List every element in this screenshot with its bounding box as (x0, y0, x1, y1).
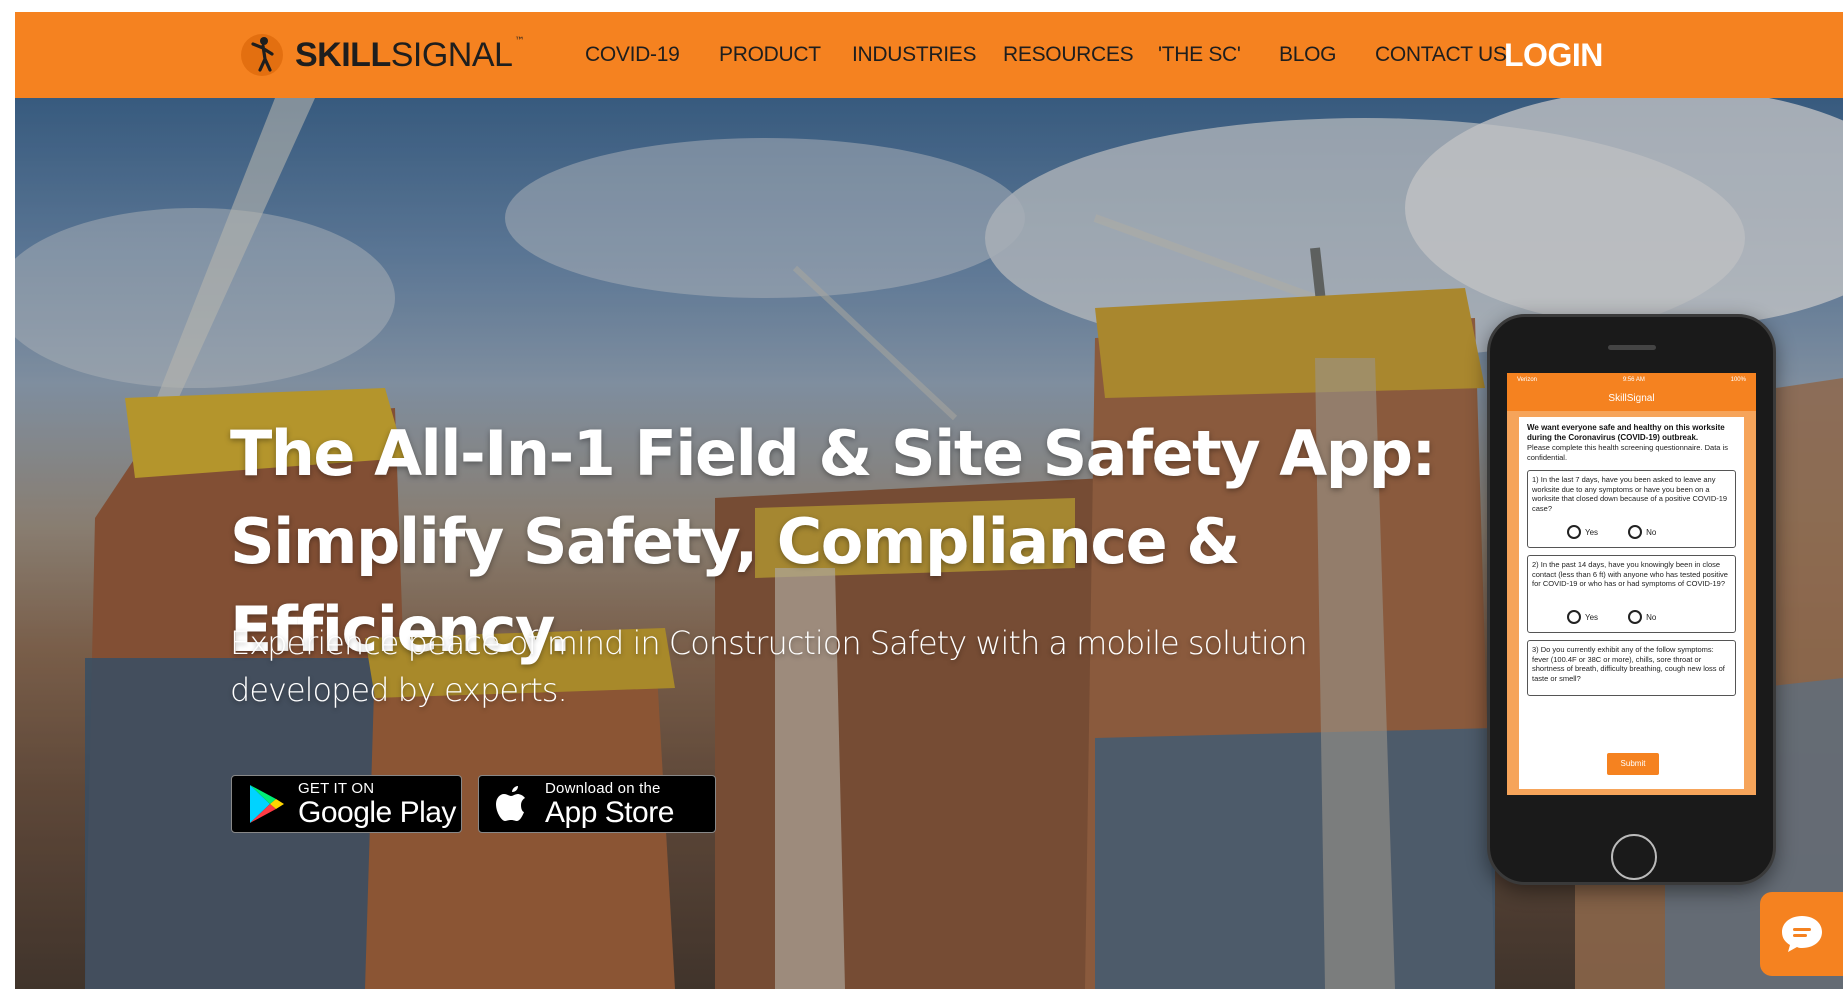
yes-label: Yes (1585, 527, 1599, 537)
nav-item-blog[interactable]: BLOG (1279, 43, 1336, 67)
apple-icon (496, 786, 525, 821)
phone-app-title: SkillSignal (1507, 387, 1756, 411)
questionnaire-submit-button[interactable]: Submit (1607, 753, 1659, 775)
phone-status-battery: 100% (1730, 377, 1746, 383)
nav-item-contact-us[interactable]: CONTACT US (1375, 43, 1507, 67)
hero-headline-line1: The All-In-1 Field & Site Safety App: (230, 417, 1436, 490)
phone-status-bar: Verizon 9:56 AM 100% (1507, 373, 1756, 387)
google-play-badge[interactable]: GET IT ON Google Play (231, 775, 462, 833)
nav-item-industries[interactable]: INDUSTRIES (852, 43, 976, 67)
chat-icon (1782, 916, 1822, 952)
phone-status-time: 9:56 AM (1622, 377, 1645, 383)
phone-screen: Verizon 9:56 AM 100% SkillSignal We want… (1507, 373, 1756, 795)
phone-mockup: Verizon 9:56 AM 100% SkillSignal We want… (1487, 314, 1776, 885)
worker-figure-icon (241, 34, 283, 76)
question-3: 3) Do you currently exhibit any of the f… (1527, 640, 1736, 696)
nav-item-resources[interactable]: RESOURCES (1003, 43, 1134, 67)
questionnaire-intro: We want everyone safe and healthy on thi… (1527, 423, 1725, 442)
page: SKILLSIGNAL ™ COVID-19 PRODUCT INDUSTRIE… (15, 12, 1843, 989)
hero-subheadline: Experience peace of mind in Construction… (230, 620, 1330, 714)
phone-speaker (1608, 345, 1656, 350)
radio-icon (1628, 525, 1643, 539)
nav-item-the-sc[interactable]: 'THE SC' (1158, 43, 1241, 67)
question-1: 1) In the last 7 days, have you been ask… (1527, 470, 1736, 548)
nav-item-product[interactable]: PRODUCT (719, 43, 821, 67)
question-2-no[interactable]: No (1628, 610, 1656, 624)
hero-subheadline-line2: developed by experts. (230, 671, 568, 709)
question-1-no[interactable]: No (1628, 525, 1656, 539)
question-2: 2) In the past 14 days, have you knowing… (1527, 555, 1736, 633)
radio-icon (1628, 610, 1643, 624)
yes-label: Yes (1585, 612, 1599, 622)
phone-home-button (1611, 834, 1657, 880)
chat-widget-button[interactable] (1760, 892, 1843, 976)
question-2-text: 2) In the past 14 days, have you knowing… (1532, 560, 1728, 588)
questionnaire-note: Please complete this health screening qu… (1527, 443, 1728, 462)
google-play-badge-small: GET IT ON (298, 779, 375, 797)
question-3-text: 3) Do you currently exhibit any of the f… (1532, 645, 1725, 683)
radio-icon (1567, 525, 1581, 539)
google-play-badge-text: GET IT ON Google Play (298, 781, 456, 828)
phone-status-carrier: Verizon (1517, 377, 1538, 383)
question-1-text: 1) In the last 7 days, have you been ask… (1532, 475, 1728, 513)
no-label: No (1646, 612, 1657, 622)
health-questionnaire-card: We want everyone safe and healthy on thi… (1519, 417, 1744, 789)
app-store-badge-text: Download on the App Store (545, 781, 674, 828)
google-play-icon (250, 785, 284, 823)
question-1-options: Yes No (1532, 525, 1731, 539)
nav-item-covid19[interactable]: COVID-19 (585, 43, 680, 67)
question-2-options: Yes No (1532, 610, 1731, 624)
trademark-symbol: ™ (514, 35, 525, 47)
top-navbar: SKILLSIGNAL ™ COVID-19 PRODUCT INDUSTRIE… (15, 12, 1843, 98)
no-label: No (1646, 527, 1657, 537)
app-store-badge[interactable]: Download on the App Store (478, 775, 716, 833)
app-store-badge-big: App Store (545, 795, 674, 829)
google-play-badge-big: Google Play (298, 795, 456, 829)
question-1-yes[interactable]: Yes (1567, 525, 1598, 539)
brand-name: SKILLSIGNAL (295, 35, 513, 74)
app-store-badge-small: Download on the (545, 779, 661, 797)
question-2-yes[interactable]: Yes (1567, 610, 1598, 624)
skillsignal-logo[interactable]: SKILLSIGNAL ™ (239, 32, 524, 78)
hero-subheadline-line1: Experience peace of mind in Construction… (230, 624, 1308, 662)
login-link[interactable]: LOGIN (1504, 37, 1603, 74)
radio-icon (1567, 610, 1581, 624)
